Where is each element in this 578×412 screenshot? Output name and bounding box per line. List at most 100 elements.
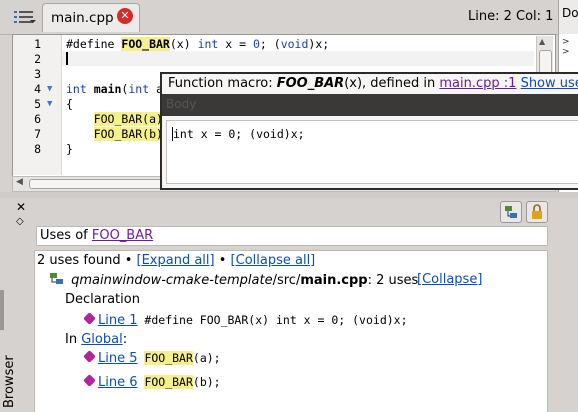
show-sidebar-button[interactable] [500,201,522,223]
current-line-highlight [62,51,534,66]
code-token: void [280,37,309,51]
code-token: FOO_BAR [121,37,170,51]
macro-tag-icon [83,350,96,363]
code-token: (x) [169,37,198,51]
line-number: 8 [34,142,41,156]
code-token: int [66,82,87,96]
use-result-row[interactable]: Line 5 FOO_BAR(a); [83,350,221,366]
document-list-icon[interactable] [14,10,36,26]
declaration-result-row[interactable]: Line 1 #define FOO_BAR(x) int x = 0; (vo… [83,312,408,328]
file-use-count: : 2 uses [367,273,419,288]
line-number: 2 [34,52,41,66]
declaration-code: #define FOO_BAR(x) int x = 0; (void)x; [137,313,408,327]
text-cursor [66,52,68,65]
use-line-link[interactable]: Line 5 [98,351,138,366]
scope-prefix: In [65,332,82,347]
project-file-icon [50,273,63,284]
tooltip-signature: (x), defined in [344,76,440,91]
fold-arrow-icon[interactable]: ▼ [47,99,52,109]
scope-colon: : [122,332,128,347]
result-file-name: main.cpp [300,273,368,288]
code-token: } [66,142,73,156]
tooltip-file-link[interactable]: main.cpp :1 [439,76,516,91]
uses-results-list: 2 uses found • [Expand all] • [Collapse … [34,250,548,412]
tooltip-body-bar: Body [162,94,578,116]
lock-icon [532,204,542,219]
tab-label: main.cpp [51,10,114,26]
side-panel-edge [0,290,4,330]
code-line: #define FOO_BAR(x) int x = 0; (void)x; [66,37,329,52]
code-line: } [66,142,73,157]
close-tab-icon[interactable]: ✕ [117,8,133,24]
line-number: 1 [34,37,41,51]
use-result-row[interactable]: Line 6 FOO_BAR(b); [83,374,221,390]
line-number: 4 [34,82,41,96]
declaration-line-link[interactable]: Line 1 [98,313,138,328]
scope-link[interactable]: Global [81,332,122,347]
file-result-row: qmainwindow-cmake-template/src/main.cpp:… [49,272,418,288]
uses-count: 2 uses found • [37,253,137,268]
code-line: FOO_BAR(b) [66,127,163,142]
uses-title-prefix: Uses of [40,228,92,243]
code-token: 0 [252,37,260,51]
path-separator: /src/ [272,273,301,288]
show-uses-link[interactable]: Show uses [521,76,578,91]
tab-main-cpp[interactable]: main.cpp ✕ [42,3,140,32]
code-line: { [66,97,73,112]
project-path: qmainwindow-cmake-template [71,273,273,288]
code-token: )x; [308,37,330,51]
use-symbol: FOO_BAR [144,351,193,365]
code-token: main [93,82,122,96]
collapse-all-link[interactable]: [Collapse all] [231,253,316,268]
tooltip-kind: Function macro: [168,76,277,91]
line-number: 5 [34,97,41,111]
use-code-suffix: (a); [192,351,221,365]
tree-view-icon [505,206,517,218]
line-number: 6 [34,112,41,126]
panel-splitter[interactable] [0,192,578,198]
line-number: 3 [34,67,41,81]
code-token: FOO_BAR [93,112,143,126]
documentation-panel-title: Do [562,6,578,20]
uses-symbol-link[interactable]: FOO_BAR [92,228,153,243]
macro-tag-icon [83,374,96,387]
scope-label: In Global: [65,332,127,347]
code-token: int [128,82,150,96]
documentation-panel-header: Do [558,0,578,34]
tooltip-body-code[interactable]: int x = 0; (void)x; [166,120,578,184]
line-number: 7 [34,127,41,141]
float-panel-icon[interactable]: ◇ [16,216,24,227]
use-code-suffix: (b); [192,375,221,389]
code-token: x = [218,37,253,51]
code-token: ; ( [259,37,281,51]
close-panel-icon[interactable]: ✕ [16,200,26,214]
scroll-left-arrow-icon[interactable]: ◀ [16,177,23,187]
horizontal-scroll-thumb[interactable] [29,179,171,189]
tooltip-header: Function macro: FOO_BAR(x), defined in m… [168,76,578,91]
code-token: FOO_BAR [93,127,143,141]
doc-tree-arrow-1[interactable]: > [562,38,570,47]
expand-all-link[interactable]: [Expand all] [137,253,215,268]
code-token: #define [66,37,122,51]
macro-tag-icon [83,312,96,325]
code-token: int [197,37,219,51]
code-line: FOO_BAR(a) [66,112,163,127]
macro-info-tooltip: Function macro: FOO_BAR(x), defined in m… [160,72,578,190]
uses-summary: 2 uses found • [Expand all] • [Collapse … [37,253,315,268]
use-line-link[interactable]: Line 6 [98,375,138,390]
tooltip-macro-name: FOO_BAR [276,76,345,91]
collapse-link-text[interactable]: [Collapse] [417,272,482,287]
use-symbol: FOO_BAR [144,375,193,389]
browser-tab-label[interactable]: Browser [2,355,17,408]
scroll-up-arrow-icon[interactable]: ▲ [539,37,545,46]
lock-view-button[interactable] [526,201,548,223]
tooltip-body-label: Body [166,97,197,111]
collapse-file-link[interactable]: [Collapse] [417,272,482,287]
doc-tree-arrow-2[interactable]: > [562,48,570,57]
fold-arrow-icon[interactable]: ▼ [47,84,52,94]
declaration-section-label: Declaration [65,292,140,307]
line-number-gutter: 1 2 3 4 5 6 7 8 ▼ ▼ [13,35,62,175]
